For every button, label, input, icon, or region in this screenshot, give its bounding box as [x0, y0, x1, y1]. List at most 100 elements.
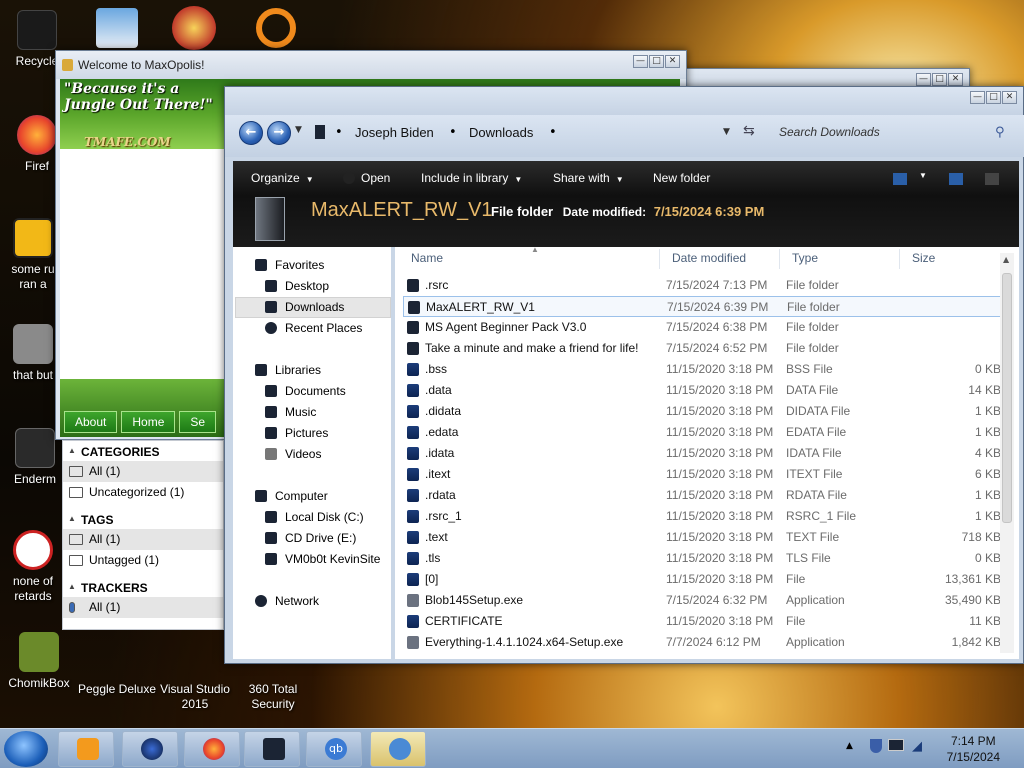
minimize-button[interactable]: — — [970, 91, 985, 104]
pinball-desktop-icon[interactable] — [172, 6, 216, 50]
file-row[interactable]: .text 11/15/2020 3:18 PM TEXT File 718 KB — [403, 527, 1007, 548]
view-dropdown-icon[interactable]: ▼ — [919, 171, 927, 180]
search-desktop-icon[interactable] — [256, 8, 296, 48]
file-row[interactable]: Blob145Setup.exe 7/15/2024 6:32 PM Applica… — [403, 590, 1007, 611]
file-row[interactable]: .edata 11/15/2020 3:18 PM EDATA File 1 KB — [403, 422, 1007, 443]
nav-vm-share[interactable]: VM0b0t KevinSite — [265, 549, 380, 569]
column-header-type[interactable]: Type — [792, 251, 818, 265]
taskbar-firefox[interactable] — [184, 731, 240, 767]
minimize-button[interactable]: — — [916, 73, 931, 86]
trackers-header[interactable]: TRACKERS — [63, 577, 223, 597]
nav-favorites[interactable]: Favorites — [255, 255, 324, 275]
file-row[interactable]: .rsrc_1 11/15/2020 3:18 PM RSRC_1 File 1 KB — [403, 506, 1007, 527]
taskbar-maxopolis[interactable] — [370, 731, 426, 767]
nav-local-disk[interactable]: Local Disk (C:) — [265, 507, 364, 527]
scrollbar-thumb[interactable] — [1002, 273, 1012, 523]
nav-network[interactable]: Network — [255, 591, 319, 611]
explorer-window[interactable]: — □ ✕ ← → ▼ • Joseph Biden • Downloads •… — [224, 86, 1024, 664]
preview-pane-icon[interactable] — [949, 173, 963, 185]
tag-all[interactable]: All (1) — [63, 529, 223, 550]
nav-recent-places[interactable]: Recent Places — [265, 318, 362, 338]
forward-button[interactable]: → — [267, 121, 291, 145]
column-header-name[interactable]: Name — [411, 251, 443, 265]
breadcrumb-user[interactable]: Joseph Biden — [355, 125, 434, 140]
share-with-button[interactable]: Share with ▼ — [553, 171, 624, 185]
file-row[interactable]: MS Agent Beginner Pack V3.0 7/15/2024 6:3… — [403, 317, 1007, 338]
nav-documents[interactable]: Documents — [265, 381, 346, 401]
search-icon[interactable]: ⚲ — [995, 125, 1005, 140]
new-folder-button[interactable]: New folder — [653, 171, 710, 185]
file-row[interactable]: .tls 11/15/2020 3:18 PM TLS File 0 KB — [403, 548, 1007, 569]
organize-button[interactable]: Organize ▼ — [251, 171, 314, 185]
about-button[interactable]: About — [64, 411, 118, 433]
include-in-library-button[interactable]: Include in library ▼ — [421, 171, 522, 185]
refresh-icon[interactable]: ⇆ — [743, 123, 755, 139]
breadcrumb-downloads[interactable]: Downloads — [469, 125, 533, 140]
email-desktop-icon[interactable] — [96, 8, 138, 48]
file-name: .tls — [425, 551, 441, 565]
file-row[interactable]: .rsrc 7/15/2024 7:13 PM File folder — [403, 275, 1007, 296]
file-date: 11/15/2020 3:18 PM — [666, 488, 774, 502]
taskbar-qbittorrent[interactable]: qb — [306, 731, 362, 767]
file-row[interactable]: MaxALERT_RW_V1 7/15/2024 6:39 PM File fold… — [403, 296, 1007, 317]
file-row[interactable]: .data 11/15/2020 3:18 PM DATA File 14 KB — [403, 380, 1007, 401]
close-button[interactable]: ✕ — [1002, 91, 1017, 104]
minimize-button[interactable]: — — [633, 55, 648, 68]
maximize-button[interactable]: □ — [986, 91, 1001, 104]
file-row[interactable]: .itext 11/15/2020 3:18 PM ITEXT File 6 KB — [403, 464, 1007, 485]
open-button[interactable]: Open — [343, 171, 390, 185]
file-row[interactable]: .didata 11/15/2020 3:18 PM DIDATA File 1 KB — [403, 401, 1007, 422]
help-icon[interactable] — [985, 173, 999, 185]
file-row[interactable]: .rdata 11/15/2020 3:18 PM RDATA File 1 KB — [403, 485, 1007, 506]
nav-libraries[interactable]: Libraries — [255, 360, 321, 380]
file-row[interactable]: .idata 11/15/2020 3:18 PM IDATA File 4 KB — [403, 443, 1007, 464]
nav-music[interactable]: Music — [265, 402, 316, 422]
search-input[interactable]: Search Downloads — [773, 123, 1013, 145]
column-header-size[interactable]: Size — [912, 251, 935, 265]
file-row[interactable]: Everything-1.4.1.1024.x64-Setup.exe 7/7/2… — [403, 632, 1007, 653]
tags-header[interactable]: TAGS — [63, 509, 223, 529]
desktop-icon-peggle[interactable]: Peggle Deluxe — [72, 652, 162, 697]
file-row[interactable]: Take a minute and make a friend for life… — [403, 338, 1007, 359]
folder-location-icon — [315, 125, 325, 139]
maximize-button[interactable]: □ — [932, 73, 947, 86]
tracker-all[interactable]: All (1) — [63, 597, 223, 618]
tag-untagged[interactable]: Untagged (1) — [63, 550, 223, 571]
nav-computer[interactable]: Computer — [255, 486, 328, 506]
tray-shield-icon[interactable] — [870, 739, 882, 753]
nav-desktop[interactable]: Desktop — [265, 276, 329, 296]
back-button[interactable]: ← — [239, 121, 263, 145]
nav-pictures[interactable]: Pictures — [265, 423, 328, 443]
nav-button-partial[interactable]: Se — [179, 411, 217, 433]
start-button[interactable] — [4, 731, 48, 767]
address-dropdown-icon[interactable]: ▼ — [723, 127, 730, 137]
folder-open-icon — [69, 487, 83, 498]
close-button[interactable]: ✕ — [948, 73, 963, 86]
maxopolis-titlebar[interactable]: Welcome to MaxOpolis! — □ ✕ — [56, 51, 686, 79]
tray-expand-icon[interactable]: ▲ — [846, 741, 853, 751]
taskbar-blob[interactable] — [122, 731, 178, 767]
column-header-date[interactable]: Date modified — [672, 251, 746, 265]
close-button[interactable]: ✕ — [665, 55, 680, 68]
recent-pages-dropdown[interactable]: ▼ — [295, 125, 302, 135]
maximize-button[interactable]: □ — [649, 55, 664, 68]
view-options-icon[interactable] — [893, 173, 907, 185]
taskbar-clock[interactable]: 7:14 PM 7/15/2024 — [947, 733, 1000, 765]
nav-videos[interactable]: Videos — [265, 444, 321, 464]
nav-downloads[interactable]: Downloads — [265, 297, 344, 317]
category-all[interactable]: All (1) — [63, 461, 223, 482]
file-row[interactable]: [0] 11/15/2020 3:18 PM File 13,361 KB — [403, 569, 1007, 590]
file-row[interactable]: .bss 11/15/2020 3:18 PM BSS File 0 KB — [403, 359, 1007, 380]
taskbar-explorer[interactable] — [244, 731, 300, 767]
category-uncategorized[interactable]: Uncategorized (1) — [63, 482, 223, 503]
nav-cd-drive[interactable]: CD Drive (E:) — [265, 528, 356, 548]
vertical-scrollbar[interactable]: ▲ — [1000, 253, 1014, 653]
tray-monitor-icon[interactable] — [888, 739, 904, 751]
file-row[interactable]: CERTIFICATE 11/15/2020 3:18 PM File 11 KB — [403, 611, 1007, 632]
categories-header[interactable]: CATEGORIES — [63, 441, 223, 461]
taskbar-media-player[interactable] — [58, 731, 114, 767]
scroll-up-arrow[interactable]: ▲ — [1003, 255, 1009, 264]
home-button[interactable]: Home — [121, 411, 176, 433]
tray-network-icon[interactable]: ◢ — [912, 739, 922, 754]
explorer-titlebar[interactable]: — □ ✕ — [225, 87, 1023, 115]
